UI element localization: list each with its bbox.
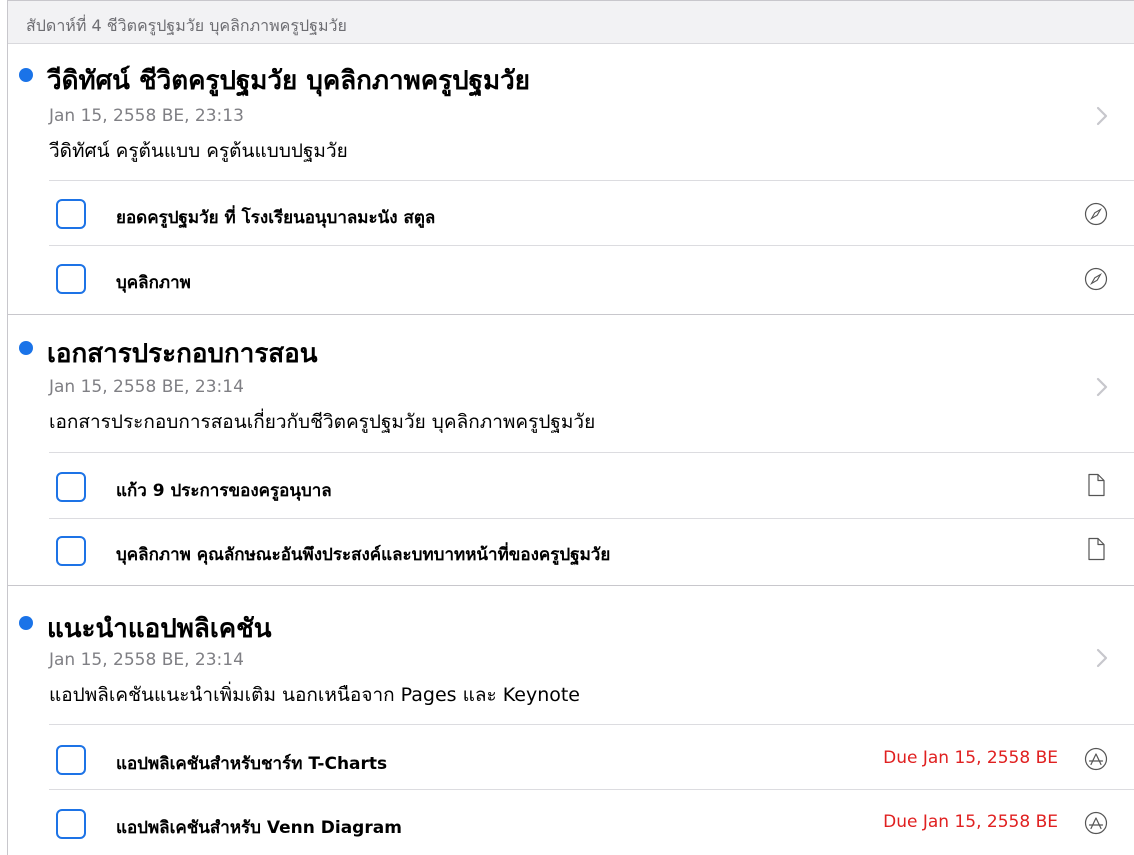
item-label[interactable]: แก้ว 9 ประการของครูอนุบาล <box>116 477 332 504</box>
due-date: Due Jan 15, 2558 BE <box>883 812 1058 832</box>
item-divider <box>49 724 1134 725</box>
assignment-list: สัปดาห์ที่ 4 ชีวิตครูปฐมวัย บุคลิกภาพครู… <box>0 0 1134 855</box>
compass-icon[interactable] <box>1084 267 1108 291</box>
compass-icon[interactable] <box>1084 202 1108 226</box>
app-store-icon[interactable] <box>1084 747 1108 771</box>
unread-dot-icon <box>19 68 33 82</box>
item-divider <box>49 245 1134 246</box>
item-label[interactable]: บุคลิกภาพ <box>116 269 191 296</box>
item-checkbox[interactable] <box>56 745 86 775</box>
unread-dot-icon <box>19 616 33 630</box>
item-checkbox[interactable] <box>56 809 86 839</box>
chevron-right-icon[interactable] <box>1095 375 1109 399</box>
item-checkbox[interactable] <box>56 199 86 229</box>
item-checkbox[interactable] <box>56 264 86 294</box>
assignment-title[interactable]: วีดิทัศน์ ชีวิตครูปฐมวัย บุคลิกภาพครูปฐม… <box>47 60 530 101</box>
item-divider <box>49 452 1134 453</box>
assignment-group[interactable]: แนะนำแอปพลิเคชัน Jan 15, 2558 BE, 23:14 … <box>8 586 1134 855</box>
assignment-title[interactable]: เอกสารประกอบการสอน <box>47 333 318 374</box>
assignment-date: Jan 15, 2558 BE, 23:14 <box>49 377 244 397</box>
app-store-icon[interactable] <box>1084 811 1108 835</box>
document-icon[interactable] <box>1084 473 1108 497</box>
item-label[interactable]: ยอดครูปฐมวัย ที่ โรงเรียนอนุบาลมะนัง สตู… <box>116 204 435 231</box>
document-icon[interactable] <box>1084 537 1108 561</box>
item-divider <box>49 180 1134 181</box>
assignment-date: Jan 15, 2558 BE, 23:13 <box>49 106 244 126</box>
item-label[interactable]: แอปพลิเคชันสำหรับชาร์ท T-Charts <box>116 750 387 777</box>
item-label[interactable]: แอปพลิเคชันสำหรับ Venn Diagram <box>116 814 402 841</box>
item-label[interactable]: บุคลิกภาพ คุณลักษณะอันพึงประสงค์และบทบาท… <box>116 541 610 568</box>
assignment-description: เอกสารประกอบการสอนเกี่ยวกับชีวิตครูปฐมวั… <box>49 411 596 433</box>
unread-dot-icon <box>19 341 33 355</box>
assignment-title[interactable]: แนะนำแอปพลิเคชัน <box>47 608 272 649</box>
section-header-title: สัปดาห์ที่ 4 ชีวิตครูปฐมวัย บุคลิกภาพครู… <box>26 16 347 35</box>
item-divider <box>49 789 1134 790</box>
due-date: Due Jan 15, 2558 BE <box>883 748 1058 768</box>
assignment-group[interactable]: วีดิทัศน์ ชีวิตครูปฐมวัย บุคลิกภาพครูปฐม… <box>8 44 1134 315</box>
assignment-description: วีดิทัศน์ ครูต้นแบบ ครูต้นแบบปฐมวัย <box>49 140 348 162</box>
chevron-right-icon[interactable] <box>1095 646 1109 670</box>
section-header: สัปดาห์ที่ 4 ชีวิตครูปฐมวัย บุคลิกภาพครู… <box>8 0 1134 44</box>
assignment-group[interactable]: เอกสารประกอบการสอน Jan 15, 2558 BE, 23:1… <box>8 315 1134 586</box>
assignment-description: แอปพลิเคชันแนะนำเพิ่มเติม นอกเหนือจาก Pa… <box>49 684 580 706</box>
item-divider <box>49 518 1134 519</box>
item-checkbox[interactable] <box>56 472 86 502</box>
chevron-right-icon[interactable] <box>1095 104 1109 128</box>
assignment-date: Jan 15, 2558 BE, 23:14 <box>49 650 244 670</box>
item-checkbox[interactable] <box>56 536 86 566</box>
